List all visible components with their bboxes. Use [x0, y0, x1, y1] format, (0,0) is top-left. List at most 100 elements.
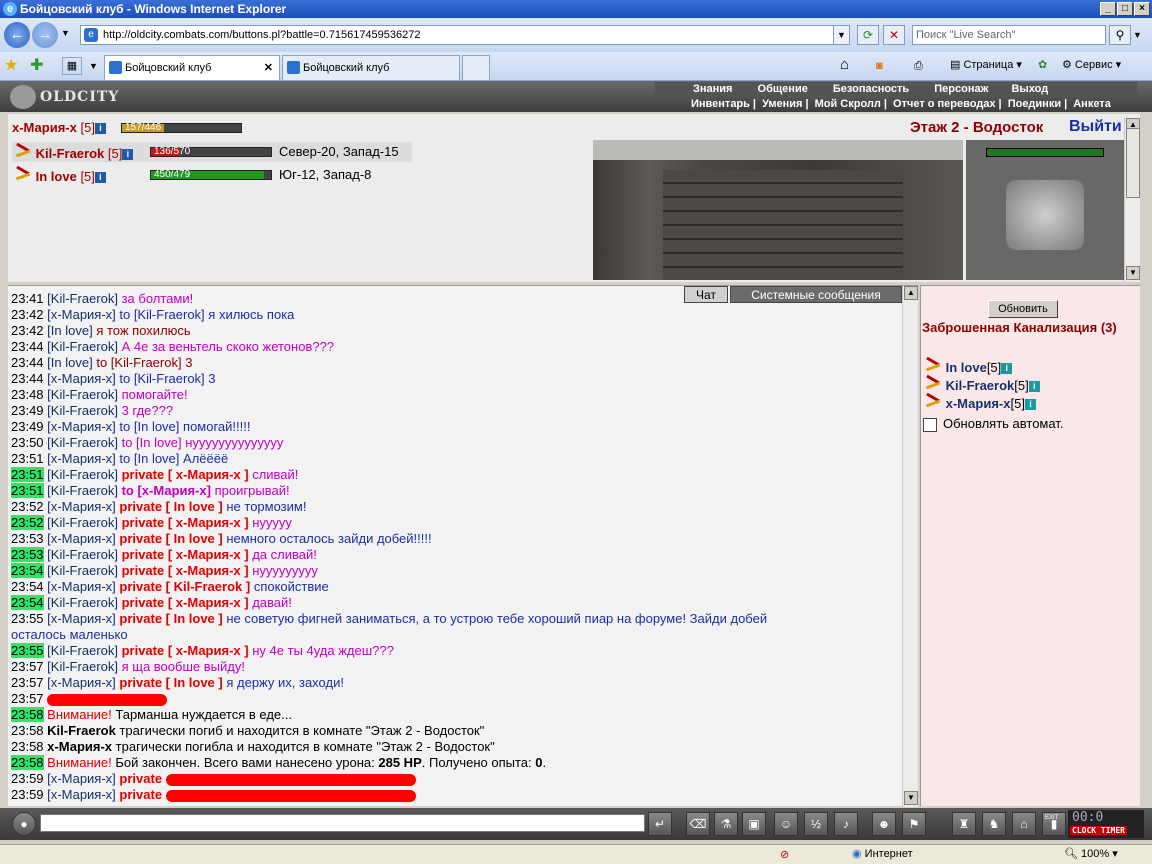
- friends-icon[interactable]: ♞: [982, 812, 1006, 836]
- quick-tabs-icon[interactable]: ▦: [62, 57, 82, 75]
- chat-time[interactable]: 23:50: [11, 435, 44, 450]
- chat-time[interactable]: 23:44: [11, 355, 44, 370]
- chat-time[interactable]: 23:58: [11, 707, 44, 722]
- chat-nick[interactable]: [x-Мария-x]: [47, 611, 116, 626]
- menu-battles[interactable]: Поединки: [1005, 98, 1064, 110]
- chat-private-tag[interactable]: private: [119, 787, 162, 802]
- panel-scrollbar[interactable]: ▲ ▼: [1124, 118, 1140, 282]
- chat-time[interactable]: 23:52: [11, 515, 44, 530]
- chat-nick[interactable]: [Kil-Fraerok]: [47, 643, 118, 658]
- tab-2[interactable]: Бойцовский клуб: [282, 55, 460, 80]
- close-tab-icon[interactable]: ✕: [264, 56, 273, 80]
- menu-character[interactable]: Персонаж: [926, 83, 996, 95]
- chat-nick[interactable]: [In love]: [47, 323, 93, 338]
- chat-nick[interactable]: [x-Мария-x]: [47, 371, 116, 386]
- chat-input[interactable]: [40, 814, 645, 832]
- chat-time[interactable]: 23:58: [11, 723, 44, 738]
- chat-time[interactable]: 23:48: [11, 387, 44, 402]
- zoom-control[interactable]: 🔍︎ 100% ▾: [1064, 845, 1118, 863]
- send-icon[interactable]: ↵: [648, 812, 672, 836]
- chat-nick[interactable]: [Kil-Fraerok]: [47, 339, 118, 354]
- chat-nick[interactable]: [Kil-Fraerok]: [47, 483, 118, 498]
- print-icon[interactable]: ⎙: [914, 57, 923, 75]
- chat-time[interactable]: 23:44: [11, 371, 44, 386]
- filter-icon[interactable]: ⚗: [714, 812, 738, 836]
- chat-time[interactable]: 23:53: [11, 531, 44, 546]
- search-options-icon[interactable]: ▼: [1133, 30, 1142, 40]
- chat-time[interactable]: 23:42: [11, 307, 44, 322]
- direction-pad[interactable]: [1006, 180, 1084, 250]
- chat-nick[interactable]: [x-Мария-x]: [47, 531, 116, 546]
- chat-private-tag[interactable]: private [ x-Мария-x ]: [122, 595, 249, 610]
- info-icon[interactable]: i: [94, 172, 106, 184]
- chat-nick[interactable]: [x-Мария-x]: [47, 307, 116, 322]
- self-player[interactable]: x-Мария-x [5] i: [12, 120, 106, 135]
- auto-refresh-checkbox[interactable]: Обновлять автомат.: [923, 416, 1063, 432]
- chat-time[interactable]: 23:53: [11, 547, 44, 562]
- chat-nick[interactable]: [x-Мария-x]: [47, 579, 116, 594]
- info-icon[interactable]: i: [122, 149, 134, 161]
- chat-private-tag[interactable]: private: [119, 771, 162, 786]
- chat-time[interactable]: 23:51: [11, 483, 44, 498]
- save-log-icon[interactable]: ▣: [742, 812, 766, 836]
- chat-recipient[interactable]: to [Kil-Fraerok]: [119, 371, 204, 386]
- research-icon[interactable]: ✿: [1038, 56, 1047, 74]
- chat-private-tag[interactable]: private [ x-Мария-x ]: [122, 547, 249, 562]
- house-icon[interactable]: ⌂: [1012, 812, 1036, 836]
- new-tab-button[interactable]: [462, 55, 490, 80]
- chat-time[interactable]: 23:49: [11, 403, 44, 418]
- chat-time[interactable]: 23:51: [11, 467, 44, 482]
- chat-nick[interactable]: [x-Мария-x]: [47, 675, 116, 690]
- chat-recipient[interactable]: to [x-Мария-x]: [122, 483, 211, 498]
- menu-security[interactable]: Безопасность: [825, 83, 917, 95]
- chat-time[interactable]: 23:57: [11, 691, 44, 706]
- scroll-thumb[interactable]: [1126, 128, 1140, 198]
- chat-nick[interactable]: [Kil-Fraerok]: [47, 595, 118, 610]
- scroll-up-icon[interactable]: ▲: [904, 286, 918, 300]
- checkbox-box[interactable]: [923, 417, 937, 432]
- chat-time[interactable]: 23:57: [11, 659, 44, 674]
- eraser-icon[interactable]: ⌫: [686, 812, 710, 836]
- chat-scrollbar[interactable]: ▲ ▼: [902, 286, 918, 807]
- minimize-button[interactable]: _: [1100, 2, 1116, 16]
- chat-private-tag[interactable]: private [ In love ]: [119, 611, 222, 626]
- tools-menu[interactable]: ⚙ Сервис ▾: [1062, 56, 1121, 74]
- chat-nick[interactable]: [Kil-Fraerok]: [47, 291, 118, 306]
- smiles-icon[interactable]: ☻: [872, 812, 896, 836]
- menu-knowledge[interactable]: Знания: [685, 83, 740, 95]
- forward-button[interactable]: →: [32, 22, 58, 48]
- info-icon[interactable]: i: [1028, 381, 1040, 393]
- tab-list-icon[interactable]: ▼: [89, 61, 98, 71]
- menu-scroll[interactable]: Мой Скролл: [812, 98, 884, 110]
- opponent-player[interactable]: Kil-Fraerok [5] i: [14, 144, 134, 161]
- smiley-action-icon[interactable]: ☺: [774, 812, 798, 836]
- exit-door-icon[interactable]: EXIT ▮: [1042, 812, 1066, 836]
- info-icon[interactable]: i: [1024, 399, 1036, 411]
- chat-time[interactable]: 23:54: [11, 595, 44, 610]
- chat-private-tag[interactable]: private [ In love ]: [119, 675, 222, 690]
- stop-icon[interactable]: ✕: [883, 25, 905, 45]
- feeds-icon[interactable]: ◙: [876, 57, 883, 75]
- chat-time[interactable]: 23:59: [11, 787, 44, 802]
- chat-nick[interactable]: [Kil-Fraerok]: [47, 547, 118, 562]
- history-dropdown-icon[interactable]: ▼: [61, 28, 70, 38]
- chat-time[interactable]: 23:59: [11, 771, 44, 786]
- chat-nick[interactable]: [Kil-Fraerok]: [47, 659, 118, 674]
- address-bar[interactable]: e http://oldcity.combats.com/buttons.pl?…: [80, 25, 850, 45]
- chat-time[interactable]: 23:55: [11, 643, 44, 658]
- menu-transfers[interactable]: Отчет о переводах: [890, 98, 999, 110]
- refresh-button[interactable]: Обновить: [988, 300, 1058, 318]
- clan-icon[interactable]: ⚑: [902, 812, 926, 836]
- chat-private-tag[interactable]: private [ x-Мария-x ]: [122, 643, 249, 658]
- ally-player[interactable]: In love [5] i: [14, 167, 106, 184]
- chat-private-tag[interactable]: private [ In love ]: [119, 531, 222, 546]
- blocked-icon[interactable]: ⊘: [780, 846, 789, 864]
- chat-time[interactable]: 23:52: [11, 499, 44, 514]
- menu-social[interactable]: Общение: [750, 83, 816, 95]
- chat-recipient[interactable]: to [In love]: [119, 419, 179, 434]
- favorites-star-icon[interactable]: ★: [4, 55, 18, 75]
- chat-nick[interactable]: [Kil-Fraerok]: [47, 403, 118, 418]
- chat-time[interactable]: 23:41: [11, 291, 44, 306]
- search-icon[interactable]: ⚲: [1109, 25, 1131, 45]
- menu-skills[interactable]: Умения: [759, 98, 805, 110]
